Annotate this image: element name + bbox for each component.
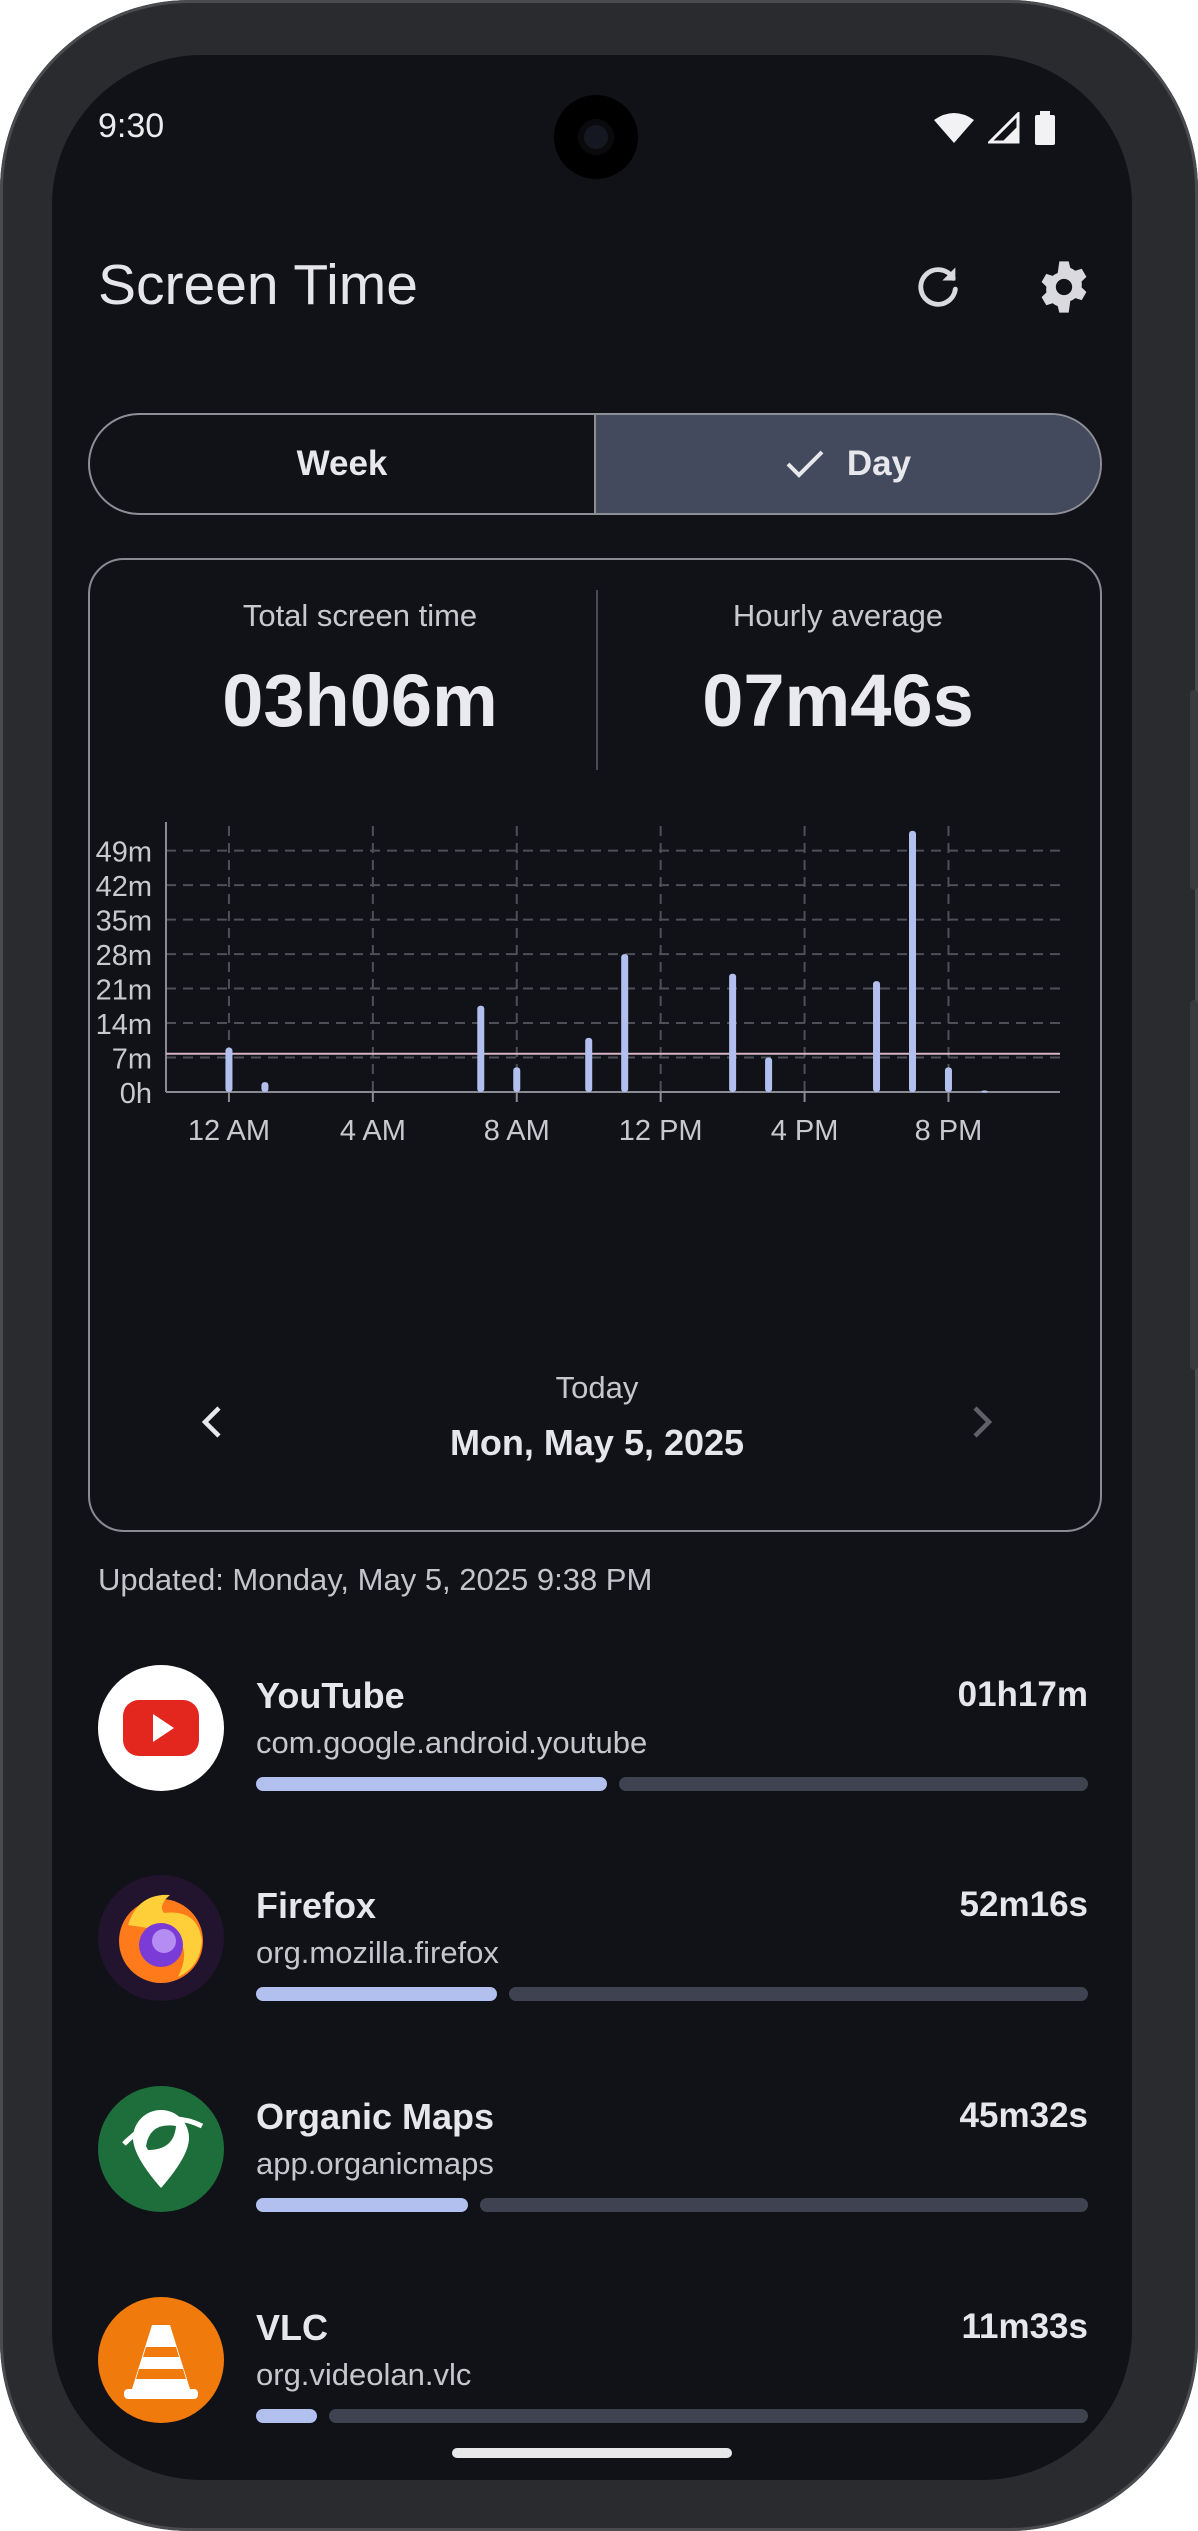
app-time: 01h17m (957, 1675, 1088, 1714)
x-tick-label: 4 PM (771, 1115, 839, 1147)
total-stat: Total screen time 03h06m (120, 598, 600, 743)
chart-bar (261, 1082, 269, 1092)
app-package: com.google.android.youtube (256, 1725, 648, 1760)
app-time: 52m16s (959, 1885, 1088, 1924)
app-row[interactable]: Firefox org.mozilla.firefox 52m16s (98, 1875, 1088, 2025)
app-time: 11m33s (961, 2307, 1088, 2346)
total-label: Total screen time (242, 598, 478, 633)
chart-bar (944, 1067, 952, 1092)
chart-bar (621, 954, 629, 1092)
usage-bar (256, 2198, 1088, 2212)
updated-timestamp: Updated: Monday, May 5, 2025 9:38 PM (98, 1562, 653, 1597)
chart-bar (908, 830, 916, 1092)
tab-week[interactable]: Week (90, 415, 594, 513)
firefox-icon (98, 1875, 224, 2001)
usage-bar (256, 1777, 1088, 1791)
x-tick-label: 12 AM (188, 1115, 270, 1147)
y-tick-label: 28m (96, 940, 152, 972)
volume-button (1190, 1000, 1198, 1370)
chart-bar (477, 1005, 485, 1092)
usage-chart: 0h7m14m21m28m35m42m49m 12 AM 4 AM 8 AM 12 PM… (96, 822, 1060, 1147)
tab-week-label: Week (296, 444, 388, 483)
app-package: org.mozilla.firefox (256, 1935, 499, 1970)
refresh-icon[interactable] (906, 255, 970, 319)
gear-icon[interactable] (1032, 255, 1096, 319)
battery-icon (1035, 111, 1055, 145)
y-tick-label: 49m (96, 837, 152, 869)
youtube-icon (98, 1665, 224, 1791)
y-tick-label: 35m (96, 906, 152, 938)
status-time: 9:30 (98, 107, 165, 145)
chevron-right-icon (973, 1406, 993, 1438)
usage-bar-track (509, 1987, 1088, 2001)
chart-bar (765, 1057, 773, 1092)
app-name: Firefox (256, 1885, 377, 1926)
chart-bar (980, 1090, 988, 1093)
y-tick-label: 42m (96, 871, 152, 903)
cell-signal-icon (988, 112, 1020, 144)
usage-bar-track (480, 2198, 1088, 2212)
usage-bar (256, 2409, 1088, 2423)
total-value: 03h06m (222, 659, 498, 742)
x-tick-label: 4 AM (340, 1115, 406, 1147)
y-tick-label: 7m (112, 1044, 152, 1076)
chart-bar (585, 1037, 593, 1092)
chart-bar (873, 981, 881, 1092)
usage-bar (256, 1987, 1088, 2001)
phone-frame: 9:30 Screen Time Week Day Total screen t… (0, 0, 1198, 2531)
vlc-icon (98, 2297, 224, 2423)
usage-bar-track (328, 2409, 1088, 2423)
chart-bar (729, 973, 737, 1092)
app-time: 45m32s (959, 2096, 1088, 2135)
app-row[interactable]: YouTube com.google.android.youtube 01h17… (98, 1665, 1088, 1815)
app-package: org.videolan.vlc (256, 2357, 472, 2392)
x-tick-label: 8 PM (915, 1115, 983, 1147)
screen: 9:30 Screen Time Week Day Total screen t… (52, 55, 1132, 2480)
tab-day-label: Day (846, 444, 912, 483)
x-tick-label: 8 AM (484, 1115, 550, 1147)
tab-day[interactable]: Day (594, 415, 1100, 513)
page-title: Screen Time (98, 253, 418, 317)
app-name: YouTube (256, 1675, 405, 1716)
app-name: VLC (256, 2307, 328, 2348)
y-tick-label: 21m (96, 975, 152, 1007)
status-icons (934, 111, 1056, 145)
average-value: 07m46s (702, 659, 974, 742)
check-icon (786, 450, 824, 478)
home-indicator[interactable] (452, 2448, 732, 2458)
usage-bar-fill (256, 2409, 317, 2423)
chart-bar (513, 1067, 521, 1092)
app-name: Organic Maps (256, 2096, 495, 2137)
usage-bar-fill (256, 1987, 498, 2001)
front-camera (554, 95, 638, 179)
wifi-icon (934, 113, 974, 143)
usage-bar-fill (256, 2198, 469, 2212)
x-tick-label: 12 PM (619, 1115, 703, 1147)
usage-bar-track (619, 1777, 1088, 1791)
average-label: Hourly average (732, 598, 944, 633)
range-toggle: Week Day (88, 413, 1102, 515)
usage-bar-fill (256, 1777, 608, 1791)
app-package: app.organicmaps (256, 2146, 494, 2181)
power-button (1190, 690, 1198, 890)
next-day-button[interactable] (952, 1392, 1012, 1452)
y-tick-label: 14m (96, 1009, 152, 1041)
app-row[interactable]: Organic Maps app.organicmaps 45m32s (98, 2086, 1088, 2236)
organic-maps-icon (98, 2086, 224, 2212)
y-tick-label: 0h (120, 1078, 152, 1110)
average-stat: Hourly average 07m46s (598, 598, 1078, 743)
app-row[interactable]: VLC org.videolan.vlc 11m33s (98, 2297, 1088, 2447)
summary-card: Total screen time 03h06m Hourly average … (88, 558, 1102, 1532)
chart-bar (225, 1047, 233, 1092)
